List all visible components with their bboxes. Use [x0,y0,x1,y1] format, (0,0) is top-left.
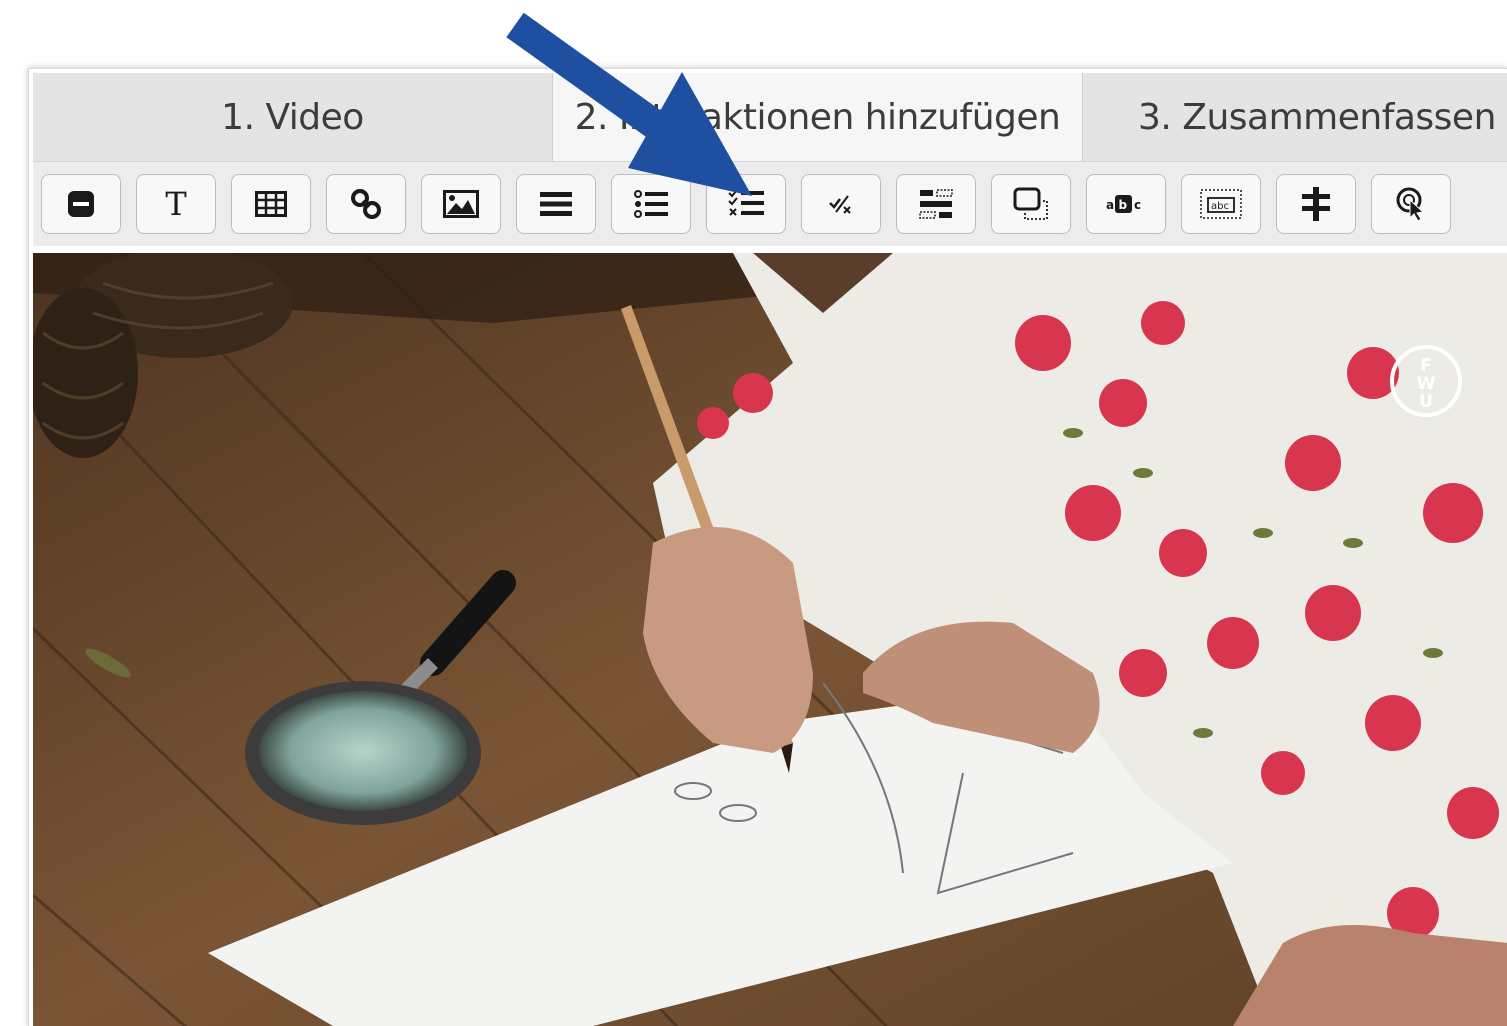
mark-words-icon: abc [1106,195,1141,213]
multiple-choice-tool-button[interactable] [706,174,786,234]
svg-text:c: c [1134,198,1141,212]
tab-summary[interactable]: 3. Zusammenfassen [1083,73,1507,161]
list-icon [540,192,572,216]
ordered-list-icon [634,190,668,218]
navigation-hotspot-tool-button[interactable] [1371,174,1451,234]
checklist-icon [728,189,764,216]
crossroads-tool-button[interactable] [1276,174,1356,234]
text-tool-button[interactable]: T [136,174,216,234]
mark-words-tool-button[interactable]: abc [1086,174,1166,234]
image-tool-button[interactable] [421,174,501,234]
fwu-watermark-logo: F W U [1390,345,1462,417]
drag-box-icon [1013,187,1048,220]
tab-video[interactable]: 1. Video [33,73,553,161]
true-false-tool-button[interactable] [801,174,881,234]
drag-rows-icon [919,189,953,219]
label-tool-button[interactable] [41,174,121,234]
link-icon [351,189,381,219]
tab-add-interactions[interactable]: 2. Interaktionen hinzufügen [553,73,1083,161]
tab-add-interactions-label: 2. Interaktionen hinzufügen [574,96,1061,138]
table-icon [255,191,287,217]
svg-text:F: F [1420,356,1432,376]
blanks-abc-icon: abc [1200,189,1242,219]
tab-summary-label: 3. Zusammenfassen [1138,96,1496,138]
crossroads-icon [1302,187,1330,221]
video-preview[interactable]: F W U [33,253,1507,1026]
drag-drop-tool-button[interactable] [991,174,1071,234]
video-frame-image [33,253,1507,1026]
svg-text:abc: abc [1211,201,1229,212]
tab-bar: 1. Video 2. Interaktionen hinzufügen 3. … [33,73,1507,161]
minus-box-icon [68,191,94,217]
fill-blanks-tool-button[interactable]: abc [1181,174,1261,234]
check-cross-icon [829,195,851,214]
svg-text:U: U [1419,392,1433,412]
hotspot-cursor-icon [1396,187,1425,222]
image-icon [443,190,479,218]
link-tool-button[interactable] [326,174,406,234]
svg-text:W: W [1417,374,1436,394]
single-choice-tool-button[interactable] [611,174,691,234]
table-tool-button[interactable] [231,174,311,234]
svg-text:b: b [1119,198,1128,212]
svg-text:a: a [1106,198,1114,212]
interaction-toolbar: T a b c abc [33,161,1507,246]
editor-frame: 1. Video 2. Interaktionen hinzufügen 3. … [28,68,1507,1026]
statements-tool-button[interactable] [516,174,596,234]
drag-text-tool-button[interactable] [896,174,976,234]
tab-video-label: 1. Video [221,96,364,138]
text-T-icon: T [165,185,187,223]
